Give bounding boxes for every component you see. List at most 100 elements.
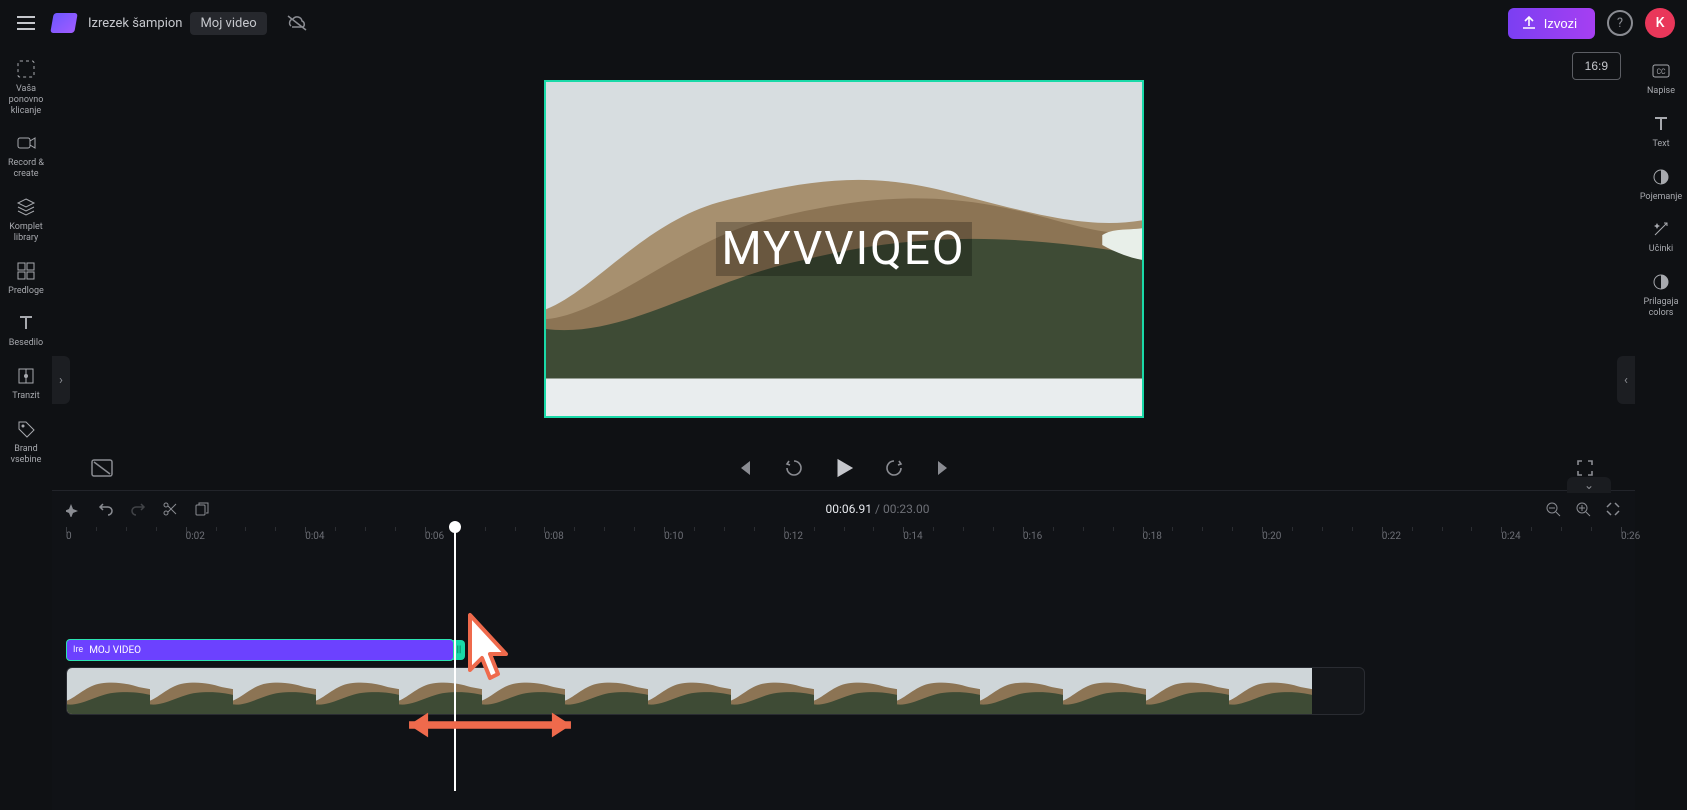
menu-icon[interactable] [12, 9, 40, 37]
zoom-out-icon[interactable] [1545, 501, 1561, 517]
auto-magic-icon[interactable] [66, 501, 82, 517]
sidebar-right-text[interactable]: Text [1635, 105, 1687, 158]
ruler-tick: 0:14 [903, 531, 922, 542]
sidebar-item-library[interactable]: Komplet library [0, 190, 52, 254]
cc-icon: CC [1650, 60, 1672, 82]
breadcrumb[interactable]: Izrezek šampion [88, 16, 182, 31]
sidebar-item-label: Vaša ponovno klicanje [0, 84, 52, 116]
timeline-tracks[interactable]: Ire MOJ VIDEO || [52, 551, 1635, 791]
grid-icon [15, 260, 37, 282]
sidebar-item-label: Record & create [0, 158, 52, 180]
svg-text:CC: CC [1656, 68, 1666, 76]
video-thumbnail [316, 668, 399, 714]
split-icon [15, 365, 37, 387]
sidebar-item-label: Pojemanje [1640, 192, 1682, 203]
sidebar-item-label: Prilagaja colors [1635, 297, 1687, 319]
video-thumbnail [897, 668, 980, 714]
help-icon[interactable]: ? [1607, 10, 1633, 36]
text-clip-label: MOJ VIDEO [89, 645, 141, 656]
contrast-icon [1650, 271, 1672, 293]
video-thumbnail [399, 668, 482, 714]
ruler-tick: 0:12 [784, 531, 803, 542]
forward-icon[interactable] [880, 454, 908, 482]
undo-icon[interactable] [98, 501, 114, 517]
upload-icon [1522, 16, 1536, 30]
split-icon[interactable] [162, 501, 178, 517]
text-clip-prefix: Ire [73, 645, 83, 655]
app-logo [50, 13, 78, 33]
play-icon[interactable] [830, 454, 858, 482]
video-thumbnail [233, 668, 316, 714]
video-thumbnail [482, 668, 565, 714]
ruler-tick: 0:04 [305, 531, 324, 542]
rewind-icon[interactable] [780, 454, 808, 482]
sidebar-item-label: Napise [1647, 86, 1675, 97]
video-thumbnail [1146, 668, 1229, 714]
video-thumbnail [1229, 668, 1312, 714]
export-label: Izvozi [1544, 16, 1577, 31]
sidebar-item-templates[interactable]: Predloge [0, 254, 52, 307]
timeline-collapse-handle[interactable]: ⌄ [1567, 477, 1611, 493]
square-dashed-icon [15, 58, 37, 80]
skip-forward-icon[interactable] [930, 454, 958, 482]
project-tab[interactable]: Moj video [190, 12, 266, 35]
timeline-toolbar: 00:06.91 / 00:23.00 [52, 491, 1635, 527]
video-icon [15, 132, 37, 154]
text-clip[interactable]: Ire MOJ VIDEO || [66, 639, 454, 661]
current-time: 00:06.91 [826, 502, 873, 516]
sidebar-item-label: Komplet library [0, 222, 52, 244]
duration: 00:23.00 [883, 502, 930, 516]
sidebar-item-brand[interactable]: Brand vsebine [0, 412, 52, 476]
sidebar-item-text[interactable]: Besedilo [0, 306, 52, 359]
overlay-text[interactable]: MYVVIQEO [715, 222, 971, 276]
cloud-off-icon[interactable] [283, 9, 311, 37]
ruler-tick: 0:24 [1501, 531, 1520, 542]
zoom-fit-icon[interactable] [1605, 501, 1621, 517]
video-clip[interactable] [66, 667, 1365, 715]
video-thumbnail [1063, 668, 1146, 714]
sidebar-item-label: Tranzit [12, 391, 39, 402]
ruler-tick: 0:10 [664, 531, 683, 542]
safe-zone-toggle[interactable] [88, 454, 116, 482]
duplicate-icon[interactable] [194, 501, 210, 517]
tag-icon [15, 418, 37, 440]
playhead[interactable] [454, 527, 456, 791]
video-thumbnail [67, 668, 150, 714]
sidebar-right-fade[interactable]: Pojemanje [1635, 158, 1687, 211]
topbar: Izrezek šampion Moj video Izvozi ? K [0, 0, 1687, 46]
ruler-tick: 0:26 [1621, 531, 1640, 542]
video-thumbnail [814, 668, 897, 714]
timecode: 00:06.91 / 00:23.00 [826, 502, 930, 516]
text-icon [15, 312, 37, 334]
sidebar-right-captions[interactable]: CC Napise [1635, 52, 1687, 105]
zoom-in-icon[interactable] [1575, 501, 1591, 517]
text-icon [1650, 113, 1672, 135]
ruler-tick: 0:08 [544, 531, 563, 542]
export-button[interactable]: Izvozi [1508, 8, 1595, 39]
sidebar-right-colors[interactable]: Prilagaja colors [1635, 263, 1687, 327]
layers-icon [15, 196, 37, 218]
sidebar-item-record[interactable]: Record & create [0, 126, 52, 190]
ruler-tick: 0:06 [425, 531, 444, 542]
video-thumbnail [565, 668, 648, 714]
skip-back-icon[interactable] [730, 454, 758, 482]
timeline-panel: ⌄ 00:06.91 / 00:23.00 00:020:040:060:080… [52, 490, 1635, 810]
ruler-tick: 0:16 [1023, 531, 1042, 542]
aspect-ratio-button[interactable]: 16:9 [1572, 52, 1621, 80]
sidebar-item-label: Predloge [8, 286, 44, 297]
timeline-ruler[interactable]: 00:020:040:060:080:100:120:140:160:180:2… [52, 527, 1635, 551]
sidebar-right-effects[interactable]: Učinki [1635, 210, 1687, 263]
ruler-tick: 0:22 [1382, 531, 1401, 542]
ruler-tick: 0 [66, 531, 72, 542]
video-preview[interactable]: MYVVIQEO [544, 80, 1144, 418]
video-thumbnail [648, 668, 731, 714]
preview-area: 16:9 MYVVIQEO [52, 46, 1635, 490]
sidebar-item-label: Brand vsebine [0, 444, 52, 466]
sidebar-item-your-recall[interactable]: Vaša ponovno klicanje [0, 52, 52, 126]
avatar[interactable]: K [1645, 8, 1675, 38]
sidebar-item-transit[interactable]: Tranzit [0, 359, 52, 412]
wand-icon [1650, 218, 1672, 240]
video-thumbnail [980, 668, 1063, 714]
redo-icon[interactable] [130, 501, 146, 517]
sidebar-item-label: Text [1652, 139, 1669, 150]
